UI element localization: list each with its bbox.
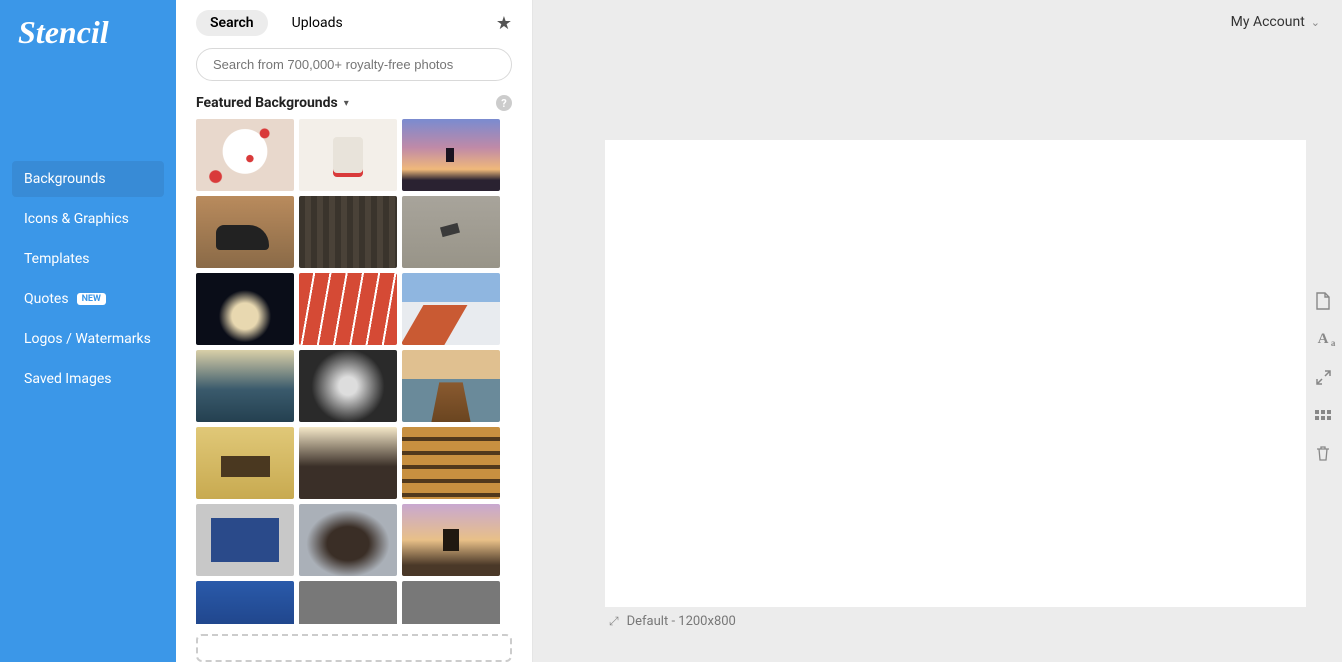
section-header: Featured Backgrounds ▾ ? [176,91,532,119]
sidebar-item-label: Backgrounds [24,171,106,187]
tab-uploads[interactable]: Uploads [278,10,357,36]
chevron-down-icon: ⌄ [1311,16,1320,29]
thumbnail[interactable] [402,427,500,499]
thumbnail[interactable] [402,504,500,576]
help-icon[interactable]: ? [496,95,512,111]
search-input[interactable] [196,48,512,81]
thumbnail[interactable] [299,504,397,576]
thumbnail-grid [196,119,518,624]
thumbnail[interactable] [299,350,397,422]
thumbnail[interactable] [196,427,294,499]
thumbnail[interactable] [196,350,294,422]
right-toolbar: Aa [1312,290,1334,464]
thumbnail[interactable] [299,196,397,268]
page-icon[interactable] [1312,290,1334,312]
expand-icon[interactable] [1312,366,1334,388]
canvas-size-text: Default - 1200x800 [627,614,736,629]
thumbnail[interactable] [402,196,500,268]
library-panel: Search Uploads ★ Featured Backgrounds ▾ … [176,0,533,662]
thumbnail[interactable] [402,119,500,191]
canvas-size-label[interactable]: ⤢ Default - 1200x800 [609,614,736,629]
thumbnail[interactable] [299,581,397,624]
account-label: My Account [1231,14,1305,30]
new-badge: NEW [77,293,106,305]
canvas-area: My Account ⌄ ⤢ Default - 1200x800 Aa [533,0,1342,662]
sidebar-item-saved-images[interactable]: Saved Images [12,361,164,397]
upload-dropzone[interactable] [196,634,512,662]
thumbnail[interactable] [196,504,294,576]
thumbnail[interactable] [402,273,500,345]
sidebar-item-templates[interactable]: Templates [12,241,164,277]
sidebar-item-label: Quotes [24,291,69,307]
search-wrap [176,42,532,91]
sidebar-item-label: Logos / Watermarks [24,331,151,347]
favorites-star-icon[interactable]: ★ [496,13,512,34]
thumbnail[interactable] [196,119,294,191]
library-tabs: Search Uploads ★ [176,0,532,42]
sidebar-item-backgrounds[interactable]: Backgrounds [12,161,164,197]
thumbnail[interactable] [196,196,294,268]
sidebar-item-quotes[interactable]: Quotes NEW [12,281,164,317]
thumbnail[interactable] [402,581,500,624]
text-icon[interactable]: Aa [1312,328,1334,350]
thumbnail[interactable] [299,273,397,345]
chevron-down-icon[interactable]: ▾ [344,98,349,109]
sidebar-item-label: Icons & Graphics [24,211,129,227]
sidebar-item-icons-graphics[interactable]: Icons & Graphics [12,201,164,237]
tab-search[interactable]: Search [196,10,268,36]
grid-icon[interactable] [1312,404,1334,426]
sidebar: Stencil Backgrounds Icons & Graphics Tem… [0,0,176,662]
brand-logo: Stencil [0,0,176,61]
thumbnail[interactable] [299,119,397,191]
section-title[interactable]: Featured Backgrounds [196,95,338,111]
account-menu[interactable]: My Account ⌄ [1231,0,1342,44]
thumbnail[interactable] [196,273,294,345]
thumbnail[interactable] [299,427,397,499]
thumbnail-scroll[interactable] [176,119,532,624]
resize-icon: ⤢ [609,614,619,629]
app-root: Stencil Backgrounds Icons & Graphics Tem… [0,0,1342,662]
sidebar-item-label: Saved Images [24,371,112,387]
sidebar-nav: Backgrounds Icons & Graphics Templates Q… [0,61,176,401]
design-canvas[interactable] [605,140,1306,607]
thumbnail[interactable] [402,350,500,422]
sidebar-item-label: Templates [24,251,90,267]
trash-icon[interactable] [1312,442,1334,464]
sidebar-item-logos-watermarks[interactable]: Logos / Watermarks [12,321,164,357]
thumbnail[interactable] [196,581,294,624]
